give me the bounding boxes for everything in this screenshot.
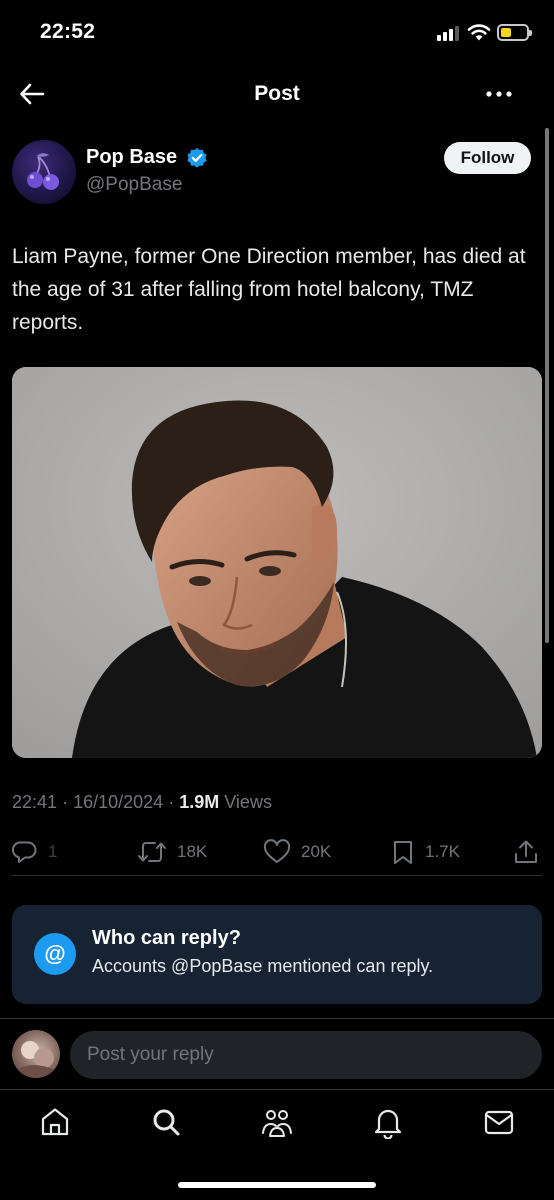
share-icon [515,840,537,863]
like-button[interactable]: 20K [263,838,331,866]
share-button[interactable] [513,838,539,866]
home-icon[interactable] [38,1105,72,1139]
reply-restriction-card: @ Who can reply? Accounts @PopBase menti… [12,905,542,1004]
scrollbar[interactable] [545,128,549,643]
post-time: 22:41 [12,792,58,812]
post-image[interactable] [12,367,542,758]
battery-icon [497,24,532,41]
repost-count: 18K [177,842,208,861]
divider [0,1018,554,1019]
mention-icon: @ [34,933,76,975]
bookmark-count: 1.7K [425,842,460,861]
communities-icon[interactable] [260,1105,294,1139]
notifications-icon[interactable] [371,1105,405,1139]
divider [0,1089,554,1090]
home-indicator[interactable] [178,1182,376,1188]
cherry-logo-icon [27,153,59,190]
post-action-bar: 1 18K 20K 1.7K [0,830,554,874]
wifi-icon [467,24,491,41]
post-date: 16/10/2024 [73,792,164,812]
follow-button[interactable]: Follow [444,142,531,174]
verified-badge-icon [187,148,207,168]
heart-icon [263,839,291,863]
author-name[interactable]: Pop Base [86,146,177,169]
divider [12,875,542,876]
reply-input[interactable] [70,1031,542,1079]
reply-restriction-title: Who can reply? [92,927,241,949]
author-handle[interactable]: @PopBase [86,174,182,196]
messages-icon[interactable] [482,1105,516,1139]
repost-icon [138,842,166,862]
reply-icon [12,841,37,863]
post-header: Post [0,66,554,122]
post-text: Liam Payne, former One Direction member,… [12,245,526,334]
repost-button[interactable]: 18K [137,838,207,866]
bookmark-icon [394,841,412,864]
search-icon[interactable] [149,1105,183,1139]
user-avatar[interactable] [12,1030,60,1078]
page-title: Post [254,82,300,105]
meta-separator: · [168,792,175,812]
views-label: Views [224,792,272,812]
author-avatar[interactable] [12,140,76,204]
like-count: 20K [301,842,332,861]
status-time: 22:52 [40,20,96,43]
reply-button[interactable]: 1 [12,838,57,866]
reply-count: 1 [48,842,58,861]
views-count[interactable]: 1.9M [179,792,219,812]
cellular-signal-icon [437,25,461,41]
meta-separator: · [62,792,69,812]
post-meta: 22:41 · 16/10/2024 · 1.9M Views [12,792,272,813]
bookmark-button[interactable]: 1.7K [391,838,460,866]
user-photo [17,1041,55,1078]
status-bar: 22:52 [0,0,554,66]
more-options-icon[interactable] [484,80,514,108]
reply-restriction-description: Accounts @PopBase mentioned can reply. [92,956,434,976]
portrait-photo [12,367,542,758]
